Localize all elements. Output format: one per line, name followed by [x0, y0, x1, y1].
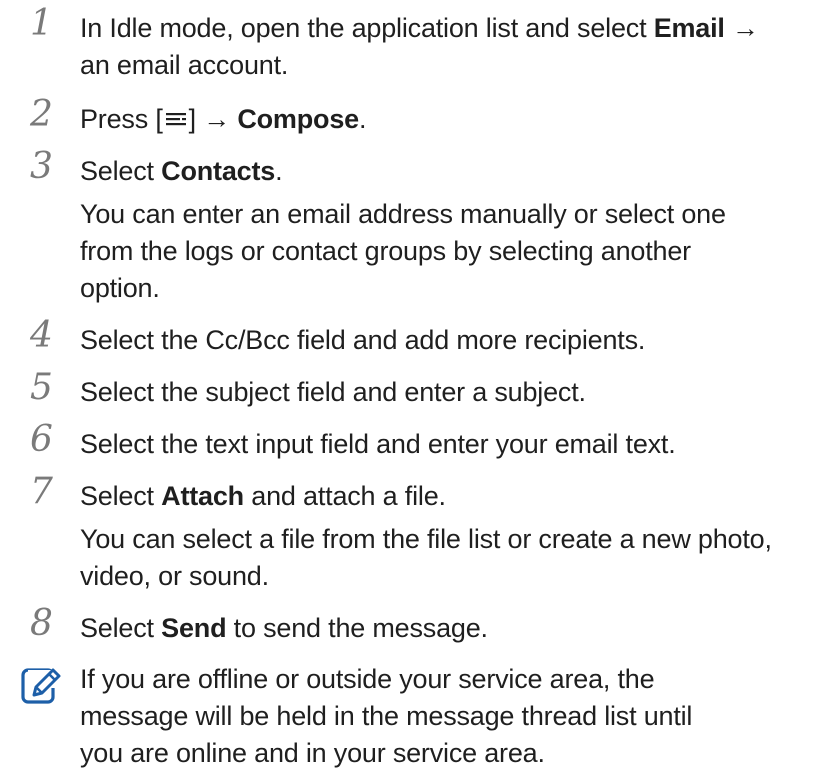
step-number: 4: [30, 315, 53, 356]
step-number: 7: [30, 471, 53, 512]
note-text-line: message will be held in the message thre…: [80, 701, 693, 731]
step-5: 5 Select the subject field and enter a s…: [30, 368, 816, 411]
step-number: 5: [30, 367, 53, 408]
step-6: 6 Select the text input field and enter …: [30, 420, 816, 463]
step-number: 8: [30, 603, 53, 644]
step-text-continued: an email account.: [80, 50, 289, 80]
step-2: 2 Press [] → Compose.: [30, 95, 816, 138]
step-text: Select Contacts.: [80, 156, 283, 186]
menu-path-compose: Compose: [237, 104, 359, 134]
note-text-line: If you are offline or outside your servi…: [80, 664, 655, 694]
step-detail-line: You can enter an email address manually …: [80, 199, 726, 229]
step-number: 6: [30, 419, 53, 460]
step-number: 3: [30, 146, 53, 187]
step-7: 7 Select Attach and attach a file. You c…: [30, 472, 816, 595]
step-1: 1 In Idle mode, open the application lis…: [30, 4, 816, 84]
step-number: 2: [30, 94, 53, 135]
instruction-page: 1 In Idle mode, open the application lis…: [0, 0, 826, 768]
step-3: 3 Select Contacts. You can enter an emai…: [30, 147, 816, 307]
step-detail-line: video, or sound.: [80, 561, 269, 591]
step-text: Select the Cc/Bcc field and add more rec…: [80, 325, 646, 355]
note-text-line: you are online and in your service area.: [80, 738, 545, 768]
menu-path-attach: Attach: [161, 481, 244, 511]
step-text: Press [] → Compose.: [80, 104, 367, 134]
step-text: Select the text input field and enter yo…: [80, 429, 676, 459]
step-8: 8 Select Send to send the message.: [30, 604, 816, 647]
step-detail-line: option.: [80, 273, 160, 303]
step-detail-line: from the logs or contact groups by selec…: [80, 236, 691, 266]
note-pencil-icon: [20, 665, 62, 707]
step-text: Select the subject field and enter a sub…: [80, 377, 586, 407]
step-number: 1: [30, 3, 53, 44]
step-text: In Idle mode, open the application list …: [80, 13, 759, 43]
note-box: If you are offline or outside your servi…: [21, 661, 816, 772]
step-detail-line: You can select a file from the file list…: [80, 524, 772, 554]
menu-key-icon: [165, 111, 187, 127]
step-text: Select Send to send the message.: [80, 613, 488, 643]
step-text: Select Attach and attach a file.: [80, 481, 446, 511]
menu-path-email: Email: [653, 13, 725, 43]
step-4: 4 Select the Cc/Bcc field and add more r…: [30, 316, 816, 359]
menu-path-send: Send: [161, 613, 227, 643]
menu-path-contacts: Contacts: [161, 156, 276, 186]
